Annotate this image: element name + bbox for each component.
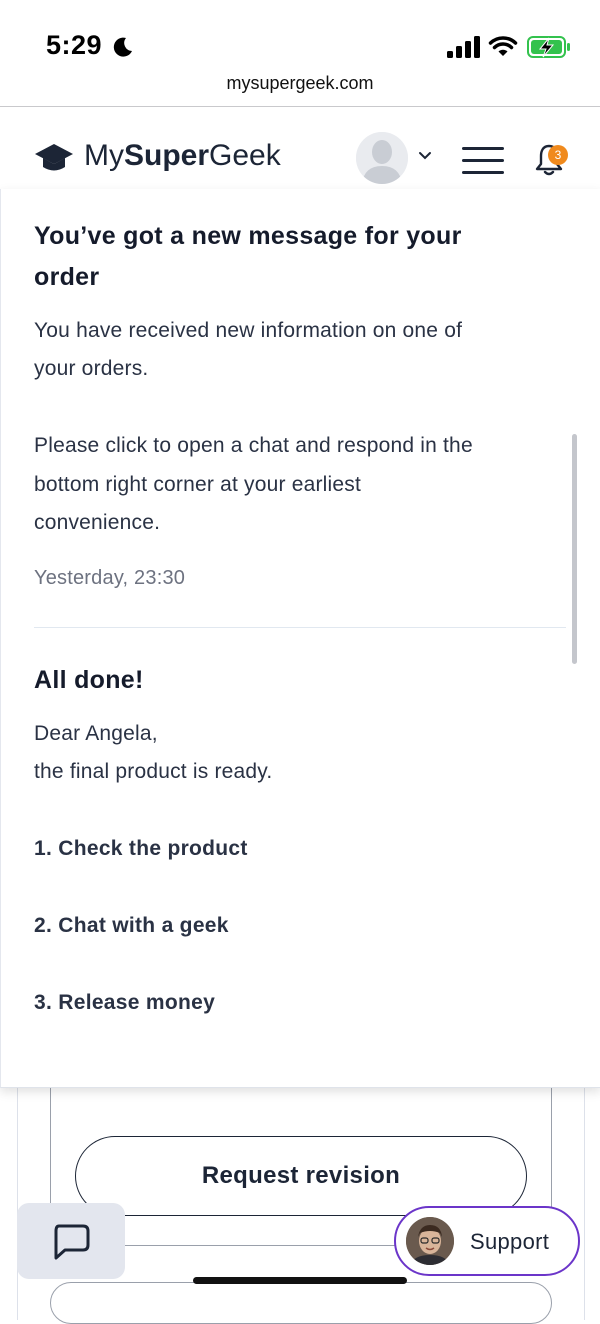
support-label: Support [470,1229,550,1254]
status-bar: 5:29 [0,0,600,70]
notification-body: the final product is ready. [34,760,273,783]
notification-body: your orders. [34,357,149,380]
logo-text-bold: Super [124,139,210,172]
user-silhouette-icon [356,132,408,184]
notification-title: order [34,263,100,291]
logo-text[interactable]: MySuperGeek [84,139,281,173]
notification-title: All done! [34,666,144,694]
url-text: mysupergeek.com [226,73,374,93]
status-time: 5:29 [46,30,103,60]
notification-count-badge: 3 [548,145,568,165]
notification-title: You’ve got a new message for your [34,222,462,250]
notification-divider [34,627,566,628]
notification-step: 2. Chat with a geek [34,914,229,937]
secondary-button[interactable] [50,1282,552,1324]
url-bar[interactable]: mysupergeek.com [0,70,600,106]
notification-body: You have received new information on one… [34,319,463,342]
wifi-icon [488,36,518,56]
chat-button[interactable] [17,1203,125,1279]
notification-body: Dear Angela, [34,722,158,745]
chevron-down-icon[interactable] [418,151,432,161]
notification-timestamp: Yesterday, 23:30 [34,567,186,589]
user-avatar[interactable] [356,132,408,184]
site-header: MySuperGeek [0,107,600,189]
home-indicator[interactable] [193,1277,407,1284]
logo-text-prefix: My [84,139,124,172]
logo-text-suffix: Geek [209,139,281,172]
request-revision-button[interactable]: Request revision [75,1136,527,1216]
notification-body: bottom right corner at your earliest [34,473,362,496]
menu-icon[interactable] [462,145,504,175]
notification-body: Please click to open a chat and respond … [34,434,473,457]
battery-charging-icon [527,36,570,58]
notification-step: 1. Check the product [34,837,248,860]
support-agent-avatar [406,1217,454,1265]
graduation-cap-icon[interactable] [34,141,74,175]
scrollbar[interactable] [572,434,577,664]
support-button[interactable]: Support [394,1206,580,1276]
notification-step: 3. Release money [34,991,216,1014]
notification-body: convenience. [34,511,161,534]
moon-icon [113,37,132,57]
chat-bubble-icon [54,1224,90,1260]
cellular-signal-icon [447,36,480,58]
